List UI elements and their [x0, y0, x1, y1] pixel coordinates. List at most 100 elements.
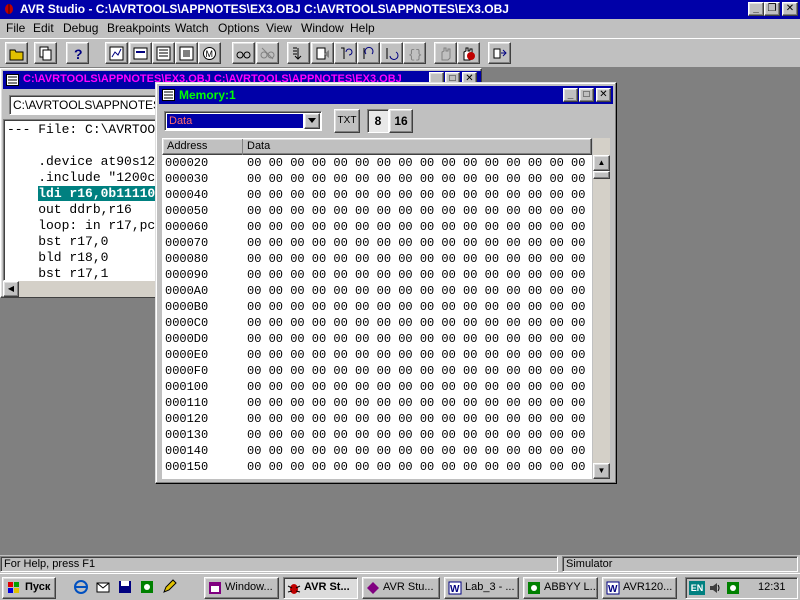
memory-vertical-scrollbar[interactable]: ▲ ▼: [593, 138, 610, 479]
memory-row[interactable]: 0000B0 00 00 00 00 00 00 00 00 00 00 00 0…: [162, 300, 592, 316]
tray-app-icon[interactable]: [726, 581, 740, 595]
close-button[interactable]: ✕: [782, 2, 798, 16]
start-button[interactable]: Пуск: [2, 577, 56, 599]
internet-explorer-icon[interactable]: [73, 579, 89, 595]
memory-data-bytes[interactable]: 00 00 00 00 00 00 00 00 00 00 00 00 00 0…: [247, 380, 585, 394]
scroll-left-button[interactable]: ◀: [3, 281, 19, 297]
memory-data-bytes[interactable]: 00 00 00 00 00 00 00 00 00 00 00 00 00 0…: [247, 316, 585, 330]
memory-row[interactable]: 000080 00 00 00 00 00 00 00 00 00 00 00 0…: [162, 252, 592, 268]
reset-button[interactable]: [488, 42, 511, 64]
width-8-button[interactable]: 8: [367, 109, 389, 133]
menu-help[interactable]: Help: [350, 21, 375, 35]
step-out-button[interactable]: [380, 42, 403, 64]
restore-button[interactable]: ❐: [764, 2, 780, 16]
memory-row[interactable]: 0000D0 00 00 00 00 00 00 00 00 00 00 00 0…: [162, 332, 592, 348]
minimize-button[interactable]: _: [748, 2, 764, 16]
address-column-header[interactable]: Address: [163, 139, 243, 156]
memory-row[interactable]: 000130 00 00 00 00 00 00 00 00 00 00 00 0…: [162, 428, 592, 444]
menu-debug[interactable]: Debug: [63, 21, 98, 35]
taskbar-button-window[interactable]: Window...: [204, 577, 279, 599]
menu-file[interactable]: File: [6, 21, 25, 35]
memory-row[interactable]: 000150 00 00 00 00 00 00 00 00 00 00 00 0…: [162, 460, 592, 476]
taskbar-button-avr-studio-active[interactable]: AVR St...: [283, 577, 358, 599]
copy-button[interactable]: [34, 42, 57, 64]
memory-data-bytes[interactable]: 00 00 00 00 00 00 00 00 00 00 00 00 00 0…: [247, 412, 585, 426]
width-16-button[interactable]: 16: [389, 109, 413, 133]
quick-watch-button[interactable]: [256, 42, 279, 64]
memory-data-bytes[interactable]: 00 00 00 00 00 00 00 00 00 00 00 00 00 0…: [247, 364, 585, 378]
help-button[interactable]: ?: [66, 42, 89, 64]
memory-data-bytes[interactable]: 00 00 00 00 00 00 00 00 00 00 00 00 00 0…: [247, 444, 585, 458]
memory-data-bytes[interactable]: 00 00 00 00 00 00 00 00 00 00 00 00 00 0…: [247, 268, 585, 282]
memory-row[interactable]: 000040 00 00 00 00 00 00 00 00 00 00 00 0…: [162, 188, 592, 204]
memory-data-bytes[interactable]: 00 00 00 00 00 00 00 00 00 00 00 00 00 0…: [247, 332, 585, 346]
memory-data-bytes[interactable]: 00 00 00 00 00 00 00 00 00 00 00 00 00 0…: [247, 156, 585, 170]
toolbar-button-6[interactable]: [152, 42, 175, 64]
language-indicator[interactable]: EN: [689, 581, 705, 595]
memory-row[interactable]: 000050 00 00 00 00 00 00 00 00 00 00 00 0…: [162, 204, 592, 220]
memory-row[interactable]: 000070 00 00 00 00 00 00 00 00 00 00 00 0…: [162, 236, 592, 252]
memory-row[interactable]: 0000C0 00 00 00 00 00 00 00 00 00 00 00 0…: [162, 316, 592, 332]
break-button[interactable]: [311, 42, 334, 64]
taskbar-button-abbyy[interactable]: ABBYY L...: [523, 577, 598, 599]
memory-data-bytes[interactable]: 00 00 00 00 00 00 00 00 00 00 00 00 00 0…: [247, 300, 585, 314]
memory-row[interactable]: 0000F0 00 00 00 00 00 00 00 00 00 00 00 0…: [162, 364, 592, 380]
toolbar-button-5[interactable]: [129, 42, 152, 64]
taskbar-button-lab3[interactable]: W Lab_3 - ...: [444, 577, 519, 599]
memory-row[interactable]: 000120 00 00 00 00 00 00 00 00 00 00 00 0…: [162, 412, 592, 428]
toolbar-button-4[interactable]: [105, 42, 128, 64]
memory-data-bytes[interactable]: 00 00 00 00 00 00 00 00 00 00 00 00 00 0…: [247, 188, 585, 202]
memory-data-bytes[interactable]: 00 00 00 00 00 00 00 00 00 00 00 00 00 0…: [247, 236, 585, 250]
memory-data-bytes[interactable]: 00 00 00 00 00 00 00 00 00 00 00 00 00 0…: [247, 428, 585, 442]
watch-button[interactable]: [232, 42, 255, 64]
data-column-header[interactable]: Data: [243, 139, 593, 156]
app-quicklaunch-icon[interactable]: [139, 579, 155, 595]
dropdown-arrow-button[interactable]: [304, 113, 320, 129]
memory-type-select[interactable]: Data: [164, 111, 322, 131]
memory-row[interactable]: 0000A0 00 00 00 00 00 00 00 00 00 00 00 0…: [162, 284, 592, 300]
toggle-breakpoint-button[interactable]: [434, 42, 457, 64]
memory-row[interactable]: 000030 00 00 00 00 00 00 00 00 00 00 00 0…: [162, 172, 592, 188]
memory-maximize-button[interactable]: □: [579, 88, 594, 102]
memory-data-bytes[interactable]: 00 00 00 00 00 00 00 00 00 00 00 00 00 0…: [247, 348, 585, 362]
toolbar-button-8[interactable]: M: [198, 42, 221, 64]
pencil-icon[interactable]: [161, 579, 177, 595]
menu-watch[interactable]: Watch: [175, 21, 209, 35]
menu-edit[interactable]: Edit: [33, 21, 54, 35]
clear-breakpoints-button[interactable]: [457, 42, 480, 64]
scroll-up-button[interactable]: ▲: [593, 155, 610, 171]
memory-row[interactable]: 000140 00 00 00 00 00 00 00 00 00 00 00 0…: [162, 444, 592, 460]
memory-row[interactable]: 000060 00 00 00 00 00 00 00 00 00 00 00 0…: [162, 220, 592, 236]
memory-table[interactable]: 000020 00 00 00 00 00 00 00 00 00 00 00 0…: [162, 155, 592, 479]
step-into-button[interactable]: [334, 42, 357, 64]
run-to-cursor-button[interactable]: {}: [403, 42, 426, 64]
taskbar-button-avr120[interactable]: W AVR120...: [602, 577, 677, 599]
memory-row[interactable]: 000020 00 00 00 00 00 00 00 00 00 00 00 0…: [162, 156, 592, 172]
menu-window[interactable]: Window: [301, 21, 344, 35]
memory-row[interactable]: 000100 00 00 00 00 00 00 00 00 00 00 00 0…: [162, 380, 592, 396]
save-disk-icon[interactable]: [117, 579, 133, 595]
memory-data-bytes[interactable]: 00 00 00 00 00 00 00 00 00 00 00 00 00 0…: [247, 172, 585, 186]
menu-breakpoints[interactable]: Breakpoints: [107, 21, 170, 35]
memory-close-button[interactable]: ✕: [596, 88, 611, 102]
text-mode-button[interactable]: TXT: [334, 109, 360, 133]
memory-row[interactable]: 0000E0 00 00 00 00 00 00 00 00 00 00 00 0…: [162, 348, 592, 364]
speaker-icon[interactable]: [708, 581, 722, 595]
outlook-express-icon[interactable]: [95, 579, 111, 595]
step-over-button[interactable]: [357, 42, 380, 64]
scroll-down-button[interactable]: ▼: [593, 463, 610, 479]
go-button[interactable]: [287, 42, 310, 64]
open-file-button[interactable]: [5, 42, 28, 64]
taskbar-button-avr-studio[interactable]: AVR Stu...: [362, 577, 440, 599]
memory-data-bytes[interactable]: 00 00 00 00 00 00 00 00 00 00 00 00 00 0…: [247, 220, 585, 234]
memory-data-bytes[interactable]: 00 00 00 00 00 00 00 00 00 00 00 00 00 0…: [247, 460, 585, 474]
memory-row[interactable]: 000110 00 00 00 00 00 00 00 00 00 00 00 0…: [162, 396, 592, 412]
memory-data-bytes[interactable]: 00 00 00 00 00 00 00 00 00 00 00 00 00 0…: [247, 252, 585, 266]
scroll-thumb[interactable]: [593, 171, 610, 179]
memory-data-bytes[interactable]: 00 00 00 00 00 00 00 00 00 00 00 00 00 0…: [247, 204, 585, 218]
source-file-combo[interactable]: C:\AVRTOOLS\APPNOTES: [9, 95, 169, 115]
menu-view[interactable]: View: [266, 21, 292, 35]
memory-data-bytes[interactable]: 00 00 00 00 00 00 00 00 00 00 00 00 00 0…: [247, 396, 585, 410]
menu-options[interactable]: Options: [218, 21, 259, 35]
toolbar-button-7[interactable]: [175, 42, 198, 64]
